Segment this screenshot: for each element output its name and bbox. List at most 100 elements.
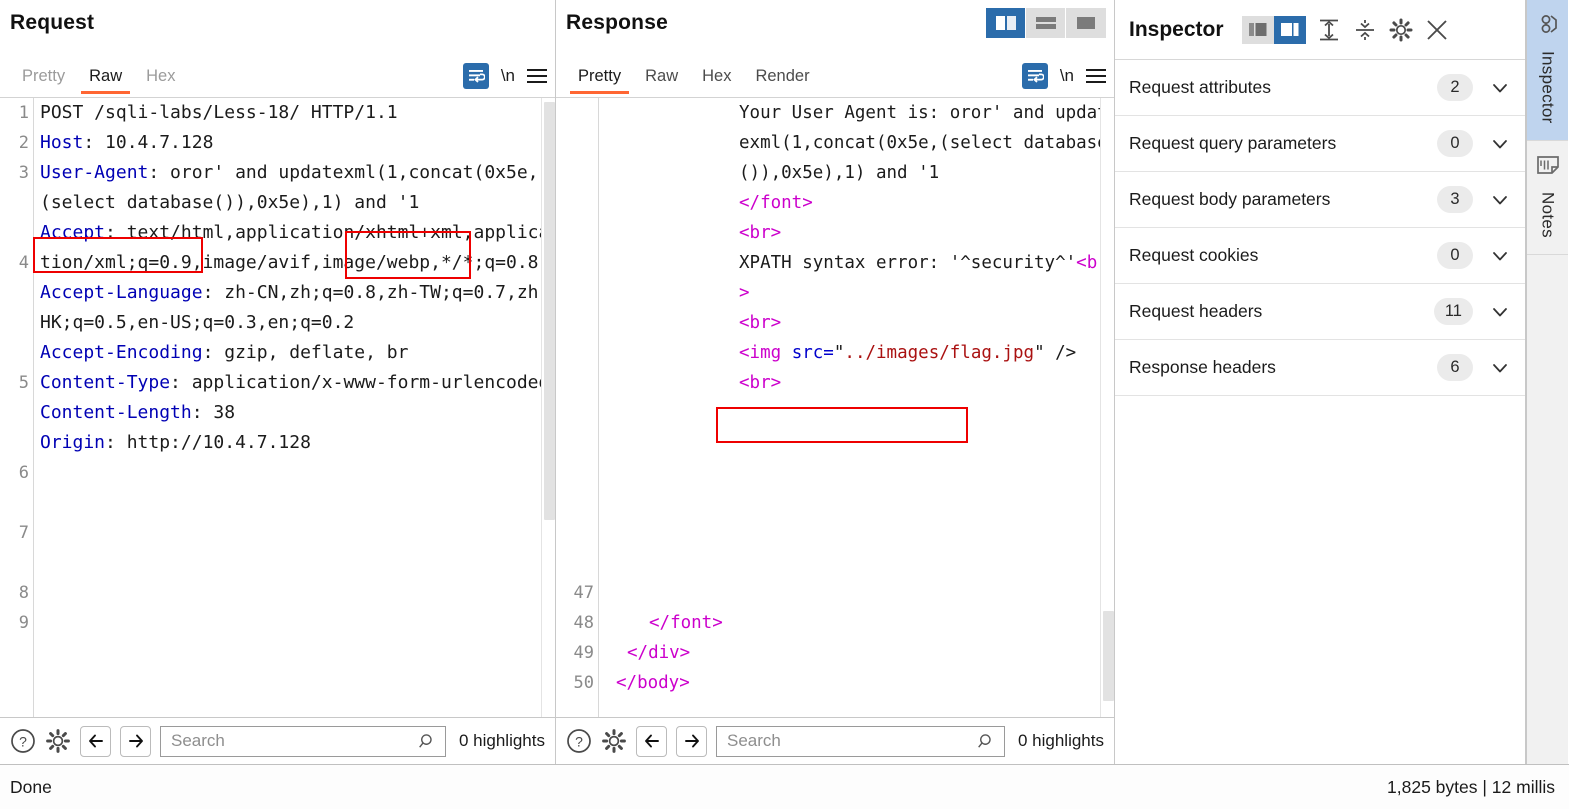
- req-line-9-name: Origin: [40, 432, 106, 453]
- close-icon[interactable]: [1424, 17, 1450, 43]
- stacked-layout-button[interactable]: [1026, 8, 1066, 38]
- newline-toggle[interactable]: \n: [1060, 66, 1074, 86]
- section-label: Request query parameters: [1129, 133, 1337, 153]
- gear-icon[interactable]: [601, 728, 627, 754]
- request-findbar: ? Search 0 highlights: [0, 717, 555, 764]
- help-icon[interactable]: ?: [566, 728, 592, 754]
- magnifier-icon: [978, 734, 992, 748]
- request-vertical-scrollbar[interactable]: [541, 98, 555, 717]
- chevron-down-icon[interactable]: [1489, 134, 1511, 154]
- inspector-section-request-body-parameters[interactable]: Request body parameters 3: [1115, 172, 1525, 228]
- chevron-down-icon[interactable]: [1489, 302, 1511, 322]
- request-editor[interactable]: 1 2 3 4 5 6 7 8 9 POST /sqli-labs/Less-1…: [0, 98, 555, 717]
- find-next-button[interactable]: [676, 725, 707, 757]
- dock-right-button[interactable]: [1273, 15, 1306, 44]
- section-label: Request headers: [1129, 301, 1263, 321]
- burp-repeater-window: Request Pretty Raw Hex \n 1 2 3 4 5 6 7 …: [0, 0, 1569, 809]
- find-previous-button[interactable]: [636, 725, 667, 757]
- gear-icon[interactable]: [45, 728, 71, 754]
- rail-item-inspector[interactable]: Inspector: [1527, 0, 1568, 141]
- tab-response-pretty[interactable]: Pretty: [566, 63, 633, 94]
- inspector-section-request-query-parameters[interactable]: Request query parameters 0: [1115, 116, 1525, 172]
- request-title: Request: [10, 11, 95, 34]
- panels-row: Request Pretty Raw Hex \n 1 2 3 4 5 6 7 …: [0, 0, 1569, 764]
- single-pane-layout-button[interactable]: [1066, 8, 1106, 38]
- collapse-all-icon[interactable]: [1352, 17, 1378, 43]
- side-by-side-layout-button[interactable]: [986, 8, 1026, 38]
- tab-request-raw[interactable]: Raw: [77, 63, 134, 94]
- resp-line-50: </body>: [616, 673, 690, 693]
- search-input[interactable]: [725, 730, 978, 752]
- resp-xpath-error: XPATH syntax error: '^security^': [739, 253, 1077, 273]
- find-next-button[interactable]: [120, 725, 151, 757]
- request-scroll-thumb[interactable]: [544, 102, 555, 520]
- response-tabbar: Pretty Raw Hex Render \n: [556, 60, 1114, 98]
- resp-img-tag: <img src="../images/flag.jpg" />: [739, 343, 1077, 363]
- tab-request-hex[interactable]: Hex: [134, 63, 187, 94]
- response-vertical-scrollbar[interactable]: [1100, 98, 1114, 717]
- request-search-field[interactable]: [160, 725, 446, 757]
- word-wrap-icon[interactable]: [1021, 63, 1048, 89]
- req-line-6-val: : gzip, deflate, br: [202, 342, 409, 363]
- tab-response-raw[interactable]: Raw: [633, 63, 690, 94]
- req-line-2-val: : 10.4.7.128: [83, 132, 214, 153]
- request-highlight-count: 0 highlights: [458, 731, 545, 750]
- resp-br-1: <br>: [739, 223, 782, 243]
- resp-line-49: </div>: [627, 643, 691, 663]
- newline-toggle[interactable]: \n: [501, 66, 515, 86]
- req-line-8-name: Content-Length: [40, 402, 192, 423]
- search-input[interactable]: [169, 730, 419, 752]
- inspector-panel: Inspector Request attributes 2 Request q…: [1115, 0, 1526, 764]
- rail-label-notes: Notes: [1538, 191, 1558, 238]
- hamburger-menu-icon[interactable]: [1086, 65, 1106, 87]
- svg-text:?: ?: [575, 734, 583, 750]
- help-icon[interactable]: ?: [10, 728, 36, 754]
- section-count-badge: 11: [1433, 298, 1473, 325]
- tab-response-render[interactable]: Render: [743, 63, 821, 94]
- expand-all-icon[interactable]: [1316, 17, 1342, 43]
- right-rail: Inspector Notes: [1526, 0, 1568, 764]
- word-wrap-icon[interactable]: [462, 63, 489, 89]
- req-line-6-name: Accept-Encoding: [40, 342, 203, 363]
- inspector-dock-group: [1241, 15, 1306, 44]
- chevron-down-icon[interactable]: [1489, 78, 1511, 98]
- response-panel: Response Pretty Raw Hex Render \n 47 48 …: [556, 0, 1115, 764]
- req-line-5-name: Accept-Language: [40, 282, 203, 303]
- chevron-down-icon[interactable]: [1489, 246, 1511, 266]
- response-line-numbers: 47 48 49 50: [556, 98, 599, 717]
- gear-icon[interactable]: [1388, 17, 1414, 43]
- magnifier-icon: [419, 734, 433, 748]
- request-code[interactable]: POST /sqli-labs/Less-18/ HTTP/1.1 Host: …: [34, 98, 555, 717]
- section-label: Request body parameters: [1129, 189, 1331, 209]
- inspector-section-request-headers[interactable]: Request headers 11: [1115, 284, 1525, 340]
- inspector-section-request-cookies[interactable]: Request cookies 0: [1115, 228, 1525, 284]
- response-search-field[interactable]: [716, 725, 1005, 757]
- response-tab-tools: \n: [1021, 63, 1106, 89]
- inspector-glasses-icon: [1536, 12, 1560, 41]
- inspector-title: Inspector: [1129, 17, 1224, 41]
- request-header: Request: [0, 0, 555, 60]
- tab-request-pretty[interactable]: Pretty: [10, 63, 77, 94]
- notes-document-icon: [1536, 153, 1559, 182]
- section-label: Request cookies: [1129, 245, 1259, 265]
- find-previous-button[interactable]: [80, 725, 111, 757]
- chevron-down-icon[interactable]: [1489, 190, 1511, 210]
- dock-left-button[interactable]: [1241, 15, 1274, 44]
- resp-font-close-1: </font>: [739, 193, 813, 213]
- chevron-down-icon[interactable]: [1489, 358, 1511, 378]
- request-line-numbers: 1 2 3 4 5 6 7 8 9: [0, 98, 34, 717]
- response-scroll-thumb[interactable]: [1103, 611, 1114, 701]
- tab-response-hex[interactable]: Hex: [690, 63, 743, 94]
- req-line-4-name: Accept: [40, 222, 106, 243]
- section-count-badge: 0: [1437, 130, 1473, 157]
- req-line-1: POST /sqli-labs/Less-18/ HTTP/1.1: [40, 102, 398, 123]
- response-editor[interactable]: 47 48 49 50 Your User Agent is: oror' an…: [556, 98, 1114, 717]
- rail-item-notes[interactable]: Notes: [1527, 141, 1568, 255]
- resp-br-2: <br>: [739, 313, 782, 333]
- inspector-section-response-headers[interactable]: Response headers 6: [1115, 340, 1525, 396]
- inspector-section-request-attributes[interactable]: Request attributes 2: [1115, 60, 1525, 116]
- section-label: Request attributes: [1129, 77, 1272, 97]
- hamburger-menu-icon[interactable]: [527, 65, 547, 87]
- req-line-2-name: Host: [40, 132, 84, 153]
- section-count-badge: 3: [1437, 186, 1473, 213]
